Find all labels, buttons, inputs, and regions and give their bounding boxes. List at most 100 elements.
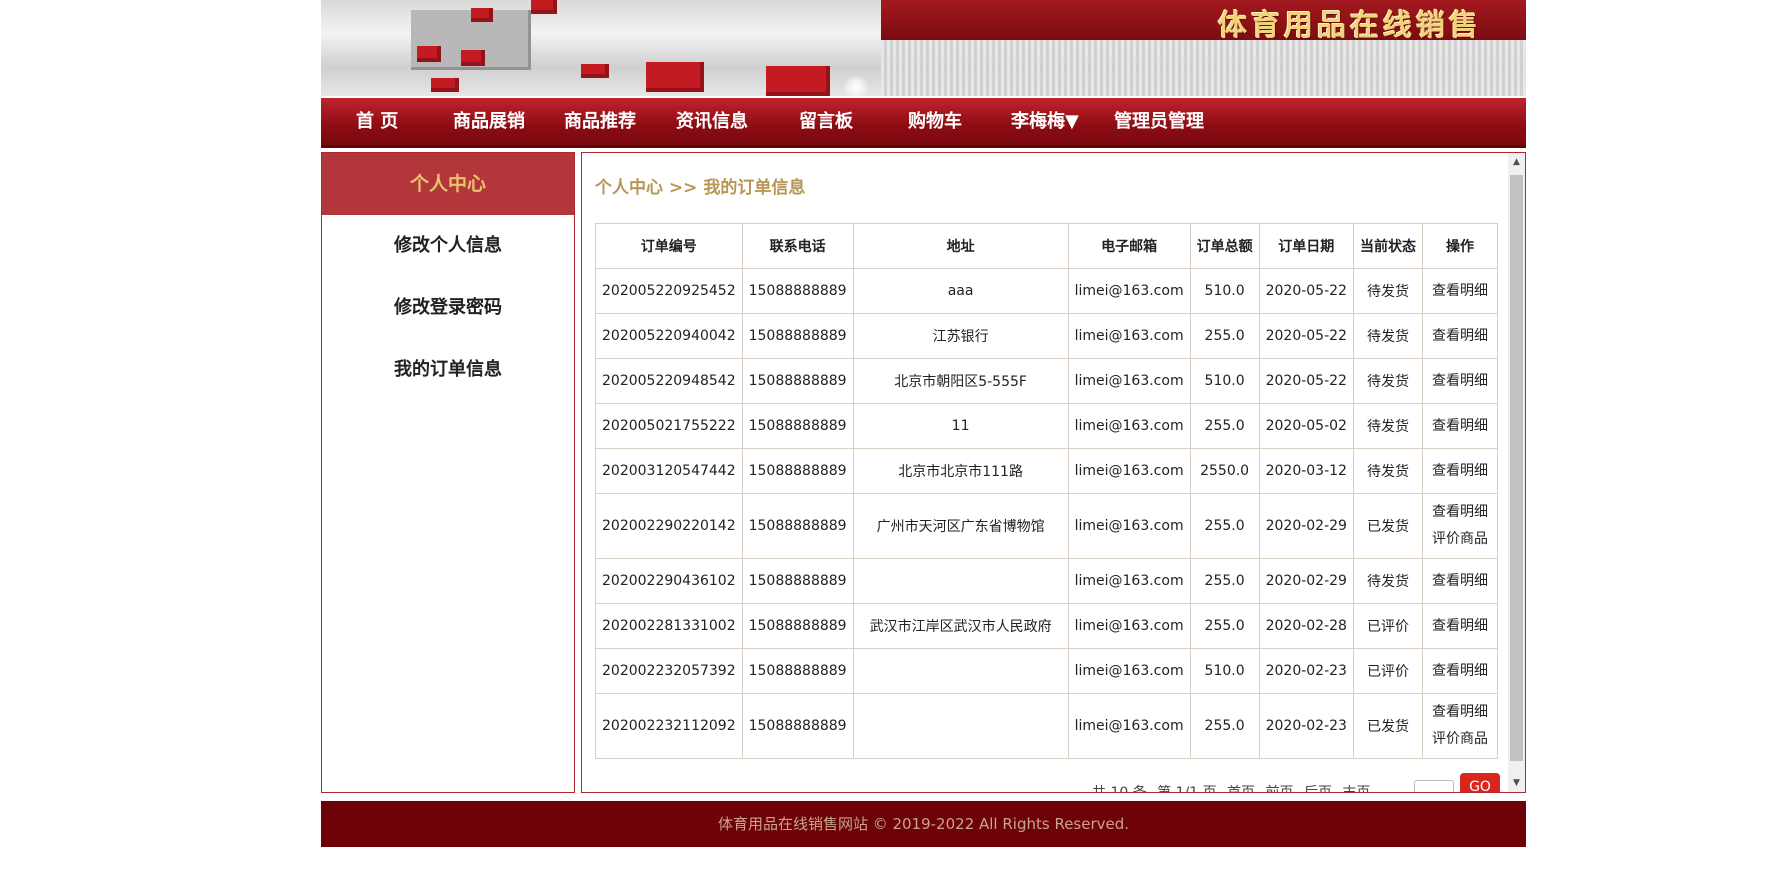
nav-item-products[interactable]: 商品展销 bbox=[453, 98, 525, 145]
scroll-up-arrow-icon[interactable]: ▲ bbox=[1508, 153, 1525, 171]
total-cell: 510.0 bbox=[1189, 648, 1260, 694]
col-email: 电子邮箱 bbox=[1067, 223, 1191, 269]
order-id-cell: 202002290436102 bbox=[595, 558, 743, 604]
sidebar-item-my-orders[interactable]: 我的订单信息 bbox=[322, 339, 574, 401]
order-id-cell: 202005220940042 bbox=[595, 313, 743, 359]
date-cell: 2020-02-28 bbox=[1258, 603, 1354, 649]
page-number-input[interactable] bbox=[1414, 780, 1454, 792]
view-details-link[interactable]: 查看明细 bbox=[1429, 413, 1491, 440]
view-details-link[interactable]: 查看明细 bbox=[1429, 368, 1491, 395]
nav-item-admin[interactable]: 管理员管理 bbox=[1114, 98, 1204, 145]
nav-item-recommend[interactable]: 商品推荐 bbox=[564, 98, 636, 145]
status-cell: 待发货 bbox=[1352, 403, 1423, 449]
banner-flare bbox=[843, 74, 869, 96]
review-product-link[interactable]: 评价商品 bbox=[1429, 726, 1491, 753]
status-cell: 待发货 bbox=[1352, 268, 1423, 314]
phone-cell: 15088888889 bbox=[741, 313, 854, 359]
go-button[interactable]: GO bbox=[1460, 773, 1500, 792]
address-cell: 武汉市江岸区武汉市人民政府 bbox=[852, 603, 1069, 649]
view-details-link[interactable]: 查看明细 bbox=[1429, 613, 1491, 640]
nav-item-home[interactable]: 首 页 bbox=[356, 98, 398, 145]
status-cell: 待发货 bbox=[1352, 448, 1423, 494]
scrollbar-thumb[interactable] bbox=[1510, 175, 1523, 761]
table-row: 202003120547442 15088888889 北京市北京市111路 lime… bbox=[595, 448, 1498, 494]
nav-item-cart[interactable]: 购物车 bbox=[908, 98, 962, 145]
phone-cell: 15088888889 bbox=[741, 493, 854, 559]
total-cell: 510.0 bbox=[1189, 358, 1260, 404]
actions-cell: 查看明细 bbox=[1421, 358, 1498, 404]
date-cell: 2020-05-02 bbox=[1258, 403, 1354, 449]
page-wrapper: 体育用品在线销售 首 页 商品展销 商品推荐 资讯信息 留言板 购物车 李梅梅▼… bbox=[321, 0, 1526, 875]
view-details-link[interactable]: 查看明细 bbox=[1429, 499, 1491, 526]
col-actions: 操作 bbox=[1421, 223, 1498, 269]
actions-cell: 查看明细 bbox=[1421, 313, 1498, 359]
pager-page: 第 1/1 页 bbox=[1157, 785, 1217, 793]
orders-table: 订单编号 联系电话 地址 电子邮箱 订单总额 订单日期 当前状态 操作 2020… bbox=[595, 223, 1498, 759]
sidebar-item-change-password[interactable]: 修改登录密码 bbox=[322, 277, 574, 339]
status-cell: 待发货 bbox=[1352, 313, 1423, 359]
total-cell: 2550.0 bbox=[1189, 448, 1260, 494]
vertical-scrollbar[interactable]: ▲ ▼ bbox=[1508, 153, 1525, 792]
view-details-link[interactable]: 查看明细 bbox=[1429, 568, 1491, 595]
sidebar-header: 个人中心 bbox=[322, 153, 574, 215]
email-cell: limei@163.com bbox=[1067, 403, 1191, 449]
table-row: 202005021755222 15088888889 11 limei@163.co… bbox=[595, 403, 1498, 449]
table-header-row: 订单编号 联系电话 地址 电子邮箱 订单总额 订单日期 当前状态 操作 bbox=[595, 223, 1498, 269]
pager-prev[interactable]: 前页 bbox=[1266, 785, 1294, 792]
phone-cell: 15088888889 bbox=[741, 268, 854, 314]
review-product-link[interactable]: 评价商品 bbox=[1429, 526, 1491, 553]
col-phone: 联系电话 bbox=[741, 223, 854, 269]
phone-cell: 15088888889 bbox=[741, 358, 854, 404]
actions-cell: 查看明细 评价商品 bbox=[1421, 693, 1498, 759]
view-details-link[interactable]: 查看明细 bbox=[1429, 699, 1491, 726]
email-cell: limei@163.com bbox=[1067, 648, 1191, 694]
date-cell: 2020-02-23 bbox=[1258, 693, 1354, 759]
total-cell: 255.0 bbox=[1189, 603, 1260, 649]
col-date: 订单日期 bbox=[1258, 223, 1354, 269]
banner-cube bbox=[581, 64, 609, 78]
col-address: 地址 bbox=[852, 223, 1069, 269]
nav-item-news[interactable]: 资讯信息 bbox=[676, 98, 748, 145]
phone-cell: 15088888889 bbox=[741, 558, 854, 604]
banner-stripes bbox=[881, 40, 1526, 96]
actions-cell: 查看明细 bbox=[1421, 648, 1498, 694]
view-details-link[interactable]: 查看明细 bbox=[1429, 323, 1491, 350]
actions-cell: 查看明细 bbox=[1421, 448, 1498, 494]
col-order-id: 订单编号 bbox=[595, 223, 743, 269]
email-cell: limei@163.com bbox=[1067, 358, 1191, 404]
email-cell: limei@163.com bbox=[1067, 448, 1191, 494]
pager-last[interactable]: 末页 bbox=[1342, 785, 1370, 792]
address-cell: 北京市北京市111路 bbox=[852, 448, 1069, 494]
main-nav: 首 页 商品展销 商品推荐 资讯信息 留言板 购物车 李梅梅▼ 管理员管理 bbox=[321, 98, 1526, 148]
actions-cell: 查看明细 bbox=[1421, 558, 1498, 604]
footer: 体育用品在线销售网站 © 2019-2022 All Rights Reserv… bbox=[321, 801, 1526, 847]
nav-item-guestbook[interactable]: 留言板 bbox=[799, 98, 853, 145]
site-title: 体育用品在线销售 bbox=[1217, 8, 1482, 42]
total-cell: 255.0 bbox=[1189, 558, 1260, 604]
date-cell: 2020-02-23 bbox=[1258, 648, 1354, 694]
scroll-down-arrow-icon[interactable]: ▼ bbox=[1508, 774, 1525, 792]
col-status: 当前状态 bbox=[1352, 223, 1423, 269]
table-row: 202005220925452 15088888889 aaa limei@163.c… bbox=[595, 268, 1498, 314]
pager-next[interactable]: 后页 bbox=[1304, 785, 1332, 792]
pager-first[interactable]: 首页 bbox=[1227, 785, 1255, 792]
nav-item-user-menu[interactable]: 李梅梅▼ bbox=[1011, 98, 1079, 145]
date-cell: 2020-02-29 bbox=[1258, 558, 1354, 604]
order-id-cell: 202005021755222 bbox=[595, 403, 743, 449]
sidebar-item-edit-profile[interactable]: 修改个人信息 bbox=[322, 215, 574, 277]
email-cell: limei@163.com bbox=[1067, 493, 1191, 559]
phone-cell: 15088888889 bbox=[741, 693, 854, 759]
total-cell: 255.0 bbox=[1189, 493, 1260, 559]
actions-cell: 查看明细 bbox=[1421, 403, 1498, 449]
table-row: 202005220948542 15088888889 北京市朝阳区5-555F li… bbox=[595, 358, 1498, 404]
status-cell: 已评价 bbox=[1352, 603, 1423, 649]
breadcrumb: 个人中心 >> 我的订单信息 bbox=[595, 178, 806, 198]
email-cell: limei@163.com bbox=[1067, 693, 1191, 759]
view-details-link[interactable]: 查看明细 bbox=[1429, 658, 1491, 685]
view-details-link[interactable]: 查看明细 bbox=[1429, 278, 1491, 305]
status-cell: 已发货 bbox=[1352, 493, 1423, 559]
order-id-cell: 202003120547442 bbox=[595, 448, 743, 494]
address-cell: 北京市朝阳区5-555F bbox=[852, 358, 1069, 404]
view-details-link[interactable]: 查看明细 bbox=[1429, 458, 1491, 485]
order-id-cell: 202005220948542 bbox=[595, 358, 743, 404]
